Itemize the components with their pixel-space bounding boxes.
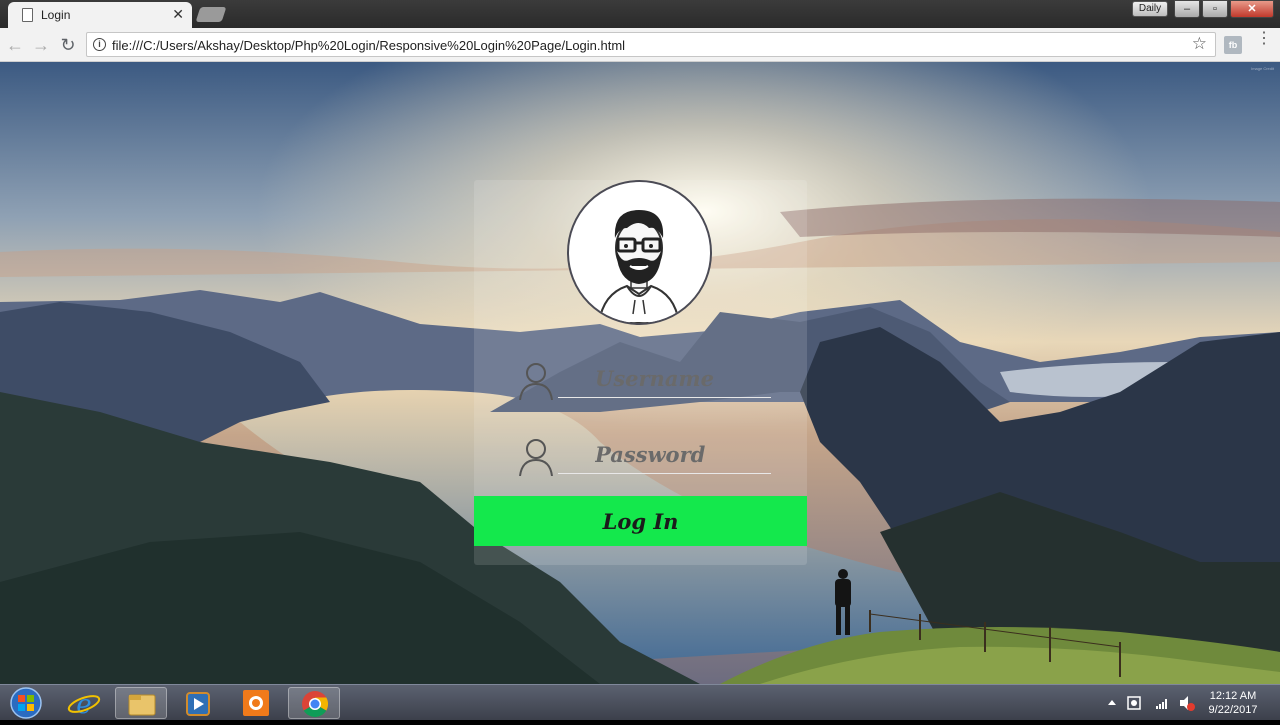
clock[interactable]: 12:12 AM 9/22/2017 — [1198, 689, 1268, 717]
password-field — [518, 436, 771, 476]
close-window-button[interactable]: ✕ — [1230, 0, 1274, 18]
new-tab-button[interactable] — [195, 7, 227, 22]
media-icon — [186, 692, 210, 716]
volume-muted-icon — [1180, 696, 1195, 711]
app-icon — [243, 690, 269, 716]
taskbar-chrome[interactable] — [288, 687, 340, 719]
taskbar-ie[interactable]: e — [58, 687, 110, 720]
browser-toolbar: ← → ↻ i file:///C:/Users/Akshay/Desktop/… — [0, 28, 1280, 62]
tab-title: Login — [41, 8, 71, 22]
forward-arrow-icon[interactable]: → — [30, 34, 52, 56]
network-icon — [1156, 699, 1167, 709]
address-bar[interactable]: i file:///C:/Users/Akshay/Desktop/Php%20… — [86, 32, 1216, 57]
user-icon — [519, 363, 553, 400]
minimize-button[interactable]: – — [1174, 0, 1200, 18]
username-input[interactable] — [558, 360, 771, 398]
url-text[interactable]: file:///C:/Users/Akshay/Desktop/Php%20Lo… — [112, 38, 625, 53]
menu-icon[interactable]: ⋮ — [1256, 31, 1272, 47]
password-input[interactable] — [558, 436, 771, 474]
login-card: Log In — [474, 180, 807, 565]
taskbar-media[interactable] — [172, 687, 224, 719]
image-credit: Image Credit — [1251, 66, 1274, 71]
daily-badge[interactable]: Daily — [1132, 1, 1168, 17]
avatar — [567, 180, 712, 325]
lock-user-icon — [519, 439, 553, 476]
username-field — [518, 360, 771, 400]
ie-icon: e — [67, 690, 101, 720]
tab-login[interactable]: Login ✕ — [8, 2, 192, 28]
star-icon[interactable]: ☆ — [1192, 34, 1207, 54]
show-hidden-icons-icon — [1108, 700, 1116, 705]
taskbar-explorer[interactable] — [115, 687, 167, 719]
windows-start-icon[interactable] — [4, 685, 44, 721]
svg-text:e: e — [76, 690, 91, 719]
explorer-icon — [128, 694, 156, 716]
page-viewport: Image Credit Username Log In — [0, 62, 1280, 684]
reload-icon[interactable]: ↻ — [57, 34, 79, 56]
login-button[interactable]: Log In — [474, 496, 807, 546]
tab-strip: Login ✕ Daily – ▫ ✕ — [0, 0, 1280, 28]
system-tray[interactable] — [1100, 685, 1196, 721]
taskbar: e 12:12 AM 9/22/2017 — [0, 684, 1280, 720]
extension-icon[interactable]: fb — [1224, 36, 1242, 54]
chrome-icon — [302, 691, 329, 718]
clock-date: 9/22/2017 — [1208, 704, 1258, 716]
bearded-man-icon — [597, 210, 681, 323]
close-tab-icon[interactable]: ✕ — [172, 6, 184, 23]
taskbar-app[interactable] — [230, 687, 282, 719]
back-arrow-icon[interactable]: ← — [4, 34, 26, 56]
maximize-button[interactable]: ▫ — [1202, 0, 1228, 18]
clock-time: 12:12 AM — [1209, 690, 1257, 702]
window-controls: Daily – ▫ ✕ — [1132, 0, 1274, 20]
page-icon — [22, 8, 33, 22]
info-icon[interactable]: i — [93, 38, 106, 51]
